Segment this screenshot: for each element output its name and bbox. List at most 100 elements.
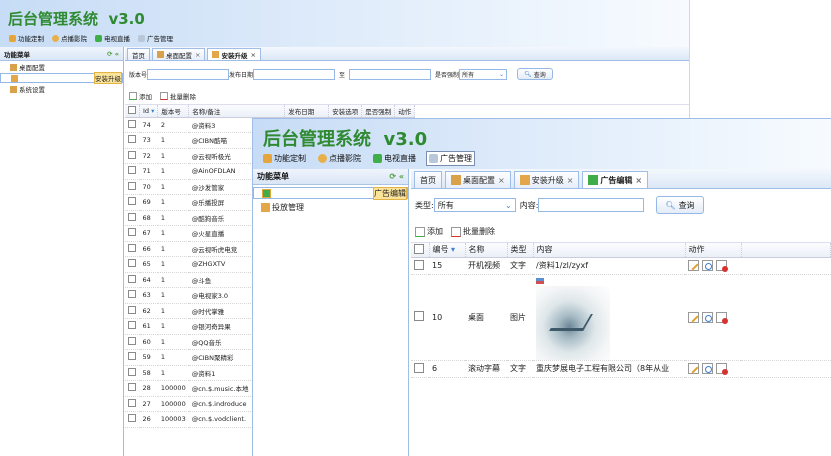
add-button[interactable]: 添加	[139, 91, 152, 101]
row-checkbox[interactable]	[125, 225, 140, 242]
sort-icon: ▾	[151, 106, 155, 115]
row-checkbox[interactable]	[411, 257, 429, 275]
install-icon	[261, 202, 270, 212]
tab-install-upgrade[interactable]: 安装升级 ×	[207, 48, 261, 60]
row-checkbox[interactable]	[125, 132, 140, 149]
row-checkbox[interactable]	[125, 303, 140, 319]
menu-item-ad-management[interactable]: 广告管理	[426, 151, 475, 166]
tv-icon	[95, 34, 102, 42]
select-all-checkbox[interactable]	[411, 243, 430, 258]
header: 后台管理系统 v3.0 功能定制 点播影院 电视直播 广告管理	[0, 0, 689, 47]
row-checkbox[interactable]	[125, 241, 140, 257]
install-icon	[11, 74, 18, 82]
main-panel: 首页 桌面配置 × 安装升级 × 广告编辑 × 类型: 所有 ⌄ 内容: 🔍︎ 查询 添加…	[411, 169, 831, 456]
table-row[interactable]: 6 滚动字幕 文字 重庆梦展电子工程有限公司（8年从业	[411, 360, 831, 378]
row-checkbox[interactable]	[125, 365, 140, 381]
menu-item-tv-live[interactable]: 电视直播	[371, 152, 418, 165]
row-checkbox[interactable]	[125, 163, 140, 180]
version-input[interactable]	[147, 68, 230, 80]
menu-item-ad-management[interactable]: 广告管理	[137, 33, 174, 43]
date-to-input[interactable]	[349, 68, 432, 80]
tab-install-upgrade[interactable]: 安装升级 ×	[513, 171, 580, 188]
forced-select[interactable]: 所有 ⌄	[459, 68, 508, 80]
menu-item-tv-live[interactable]: 电视直播	[94, 33, 131, 43]
sidebar-item-desktop-config[interactable]: 桌面配置	[0, 62, 123, 72]
row-checkbox[interactable]	[125, 117, 140, 133]
edit-icon[interactable]	[688, 260, 699, 271]
row-checkbox[interactable]	[125, 396, 140, 412]
table-row[interactable]: 10 桌面 图片	[411, 274, 831, 361]
row-checkbox[interactable]	[125, 334, 140, 350]
delete-icon[interactable]	[716, 363, 728, 375]
col-type: 类型	[507, 243, 534, 258]
row-checkbox[interactable]	[125, 318, 140, 335]
sidebar-item-system-settings[interactable]: 系统设置	[0, 84, 123, 94]
menu-item-feature-custom[interactable]: 功能定制	[8, 33, 45, 43]
tab-ad-edit[interactable]: 广告编辑 ×	[582, 171, 649, 188]
sort-icon: ▾	[451, 245, 456, 255]
sidebar-item-delivery-management[interactable]: 投放管理	[253, 201, 408, 213]
tab-home[interactable]: 首页	[127, 48, 150, 60]
close-icon[interactable]: ×	[195, 51, 200, 59]
type-select[interactable]: 所有 ⌄	[433, 198, 516, 212]
row-checkbox[interactable]	[125, 411, 140, 428]
content-input[interactable]	[538, 198, 645, 212]
menu-item-feature-custom[interactable]: 功能定制	[261, 152, 308, 165]
edit-icon[interactable]	[688, 311, 699, 323]
row-checkbox[interactable]	[125, 179, 140, 195]
tab-desktop-config[interactable]: 桌面配置 ×	[445, 171, 511, 188]
collapse-icon[interactable]: ⟳ «	[389, 172, 404, 181]
close-icon[interactable]: ×	[635, 176, 642, 185]
view-icon[interactable]	[702, 363, 713, 374]
tab-desktop-config[interactable]: 桌面配置 ×	[152, 48, 206, 60]
menu-item-vod-cinema[interactable]: 点播影院	[51, 33, 88, 43]
row-checkbox[interactable]	[125, 194, 140, 211]
collapse-icon[interactable]: ⟳ «	[107, 50, 119, 58]
row-checkbox[interactable]	[125, 380, 140, 397]
row-checkbox[interactable]	[411, 360, 429, 378]
action-bar: 添加 批量删除	[125, 87, 689, 105]
row-checkbox[interactable]	[125, 256, 140, 273]
edit-icon[interactable]	[688, 363, 699, 374]
delete-icon[interactable]	[716, 311, 728, 324]
sidebar-header: 功能菜单 ⟳ «	[253, 169, 408, 185]
row-checkbox[interactable]	[125, 148, 140, 164]
col-install-option: 安装选项	[328, 105, 363, 118]
app-title: 后台管理系统 v3.0	[263, 129, 428, 150]
close-icon[interactable]: ×	[250, 51, 255, 59]
col-version: 版本号	[157, 105, 190, 118]
search-button[interactable]: 🔍︎ 查询	[517, 68, 553, 80]
batch-delete-button[interactable]: 批量删除	[463, 226, 495, 237]
add-button[interactable]: 添加	[427, 226, 443, 237]
top-menu: 功能定制 点播影院 电视直播 广告管理	[261, 151, 483, 166]
row-checkbox[interactable]	[125, 210, 140, 226]
row-checkbox[interactable]	[411, 274, 429, 361]
date-from-input[interactable]	[253, 68, 336, 80]
tab-bar: 首页 桌面配置 × 安装升级 × 广告编辑 ×	[411, 169, 831, 189]
tab-home[interactable]: 首页	[414, 171, 442, 188]
search-button[interactable]: 🔍︎ 查询	[656, 196, 704, 214]
row-checkbox[interactable]	[125, 272, 140, 288]
sidebar-item-ad-edit[interactable]: 广告编辑	[253, 186, 408, 200]
film-icon	[318, 154, 327, 163]
row-checkbox[interactable]	[125, 349, 140, 366]
col-id[interactable]: 编号 ▾	[429, 243, 466, 258]
row-checkbox[interactable]	[125, 287, 140, 304]
select-all-checkbox[interactable]	[125, 105, 140, 118]
delete-icon[interactable]	[716, 260, 728, 272]
close-icon[interactable]: ×	[567, 176, 574, 185]
menu-item-vod-cinema[interactable]: 点播影院	[316, 152, 363, 165]
gift-icon	[263, 154, 272, 163]
install-icon	[519, 175, 530, 185]
view-icon[interactable]	[702, 260, 713, 271]
ad-edit-icon	[588, 175, 599, 185]
close-icon[interactable]: ×	[498, 176, 505, 185]
search-icon: 🔍︎	[524, 70, 532, 78]
ad-image-thumbnail[interactable]	[536, 285, 610, 359]
batch-delete-button[interactable]: 批量删除	[170, 91, 196, 101]
col-id[interactable]: Id ▾	[139, 105, 159, 118]
header: 后台管理系统 v3.0 功能定制 点播影院 电视直播 广告管理	[253, 119, 831, 169]
table-row[interactable]: 15 开机视频 文字 /资料1/zl/zyxf	[411, 257, 831, 275]
view-icon[interactable]	[702, 311, 713, 323]
sidebar-item-install-upgrade[interactable]: 安装升级	[0, 72, 123, 84]
